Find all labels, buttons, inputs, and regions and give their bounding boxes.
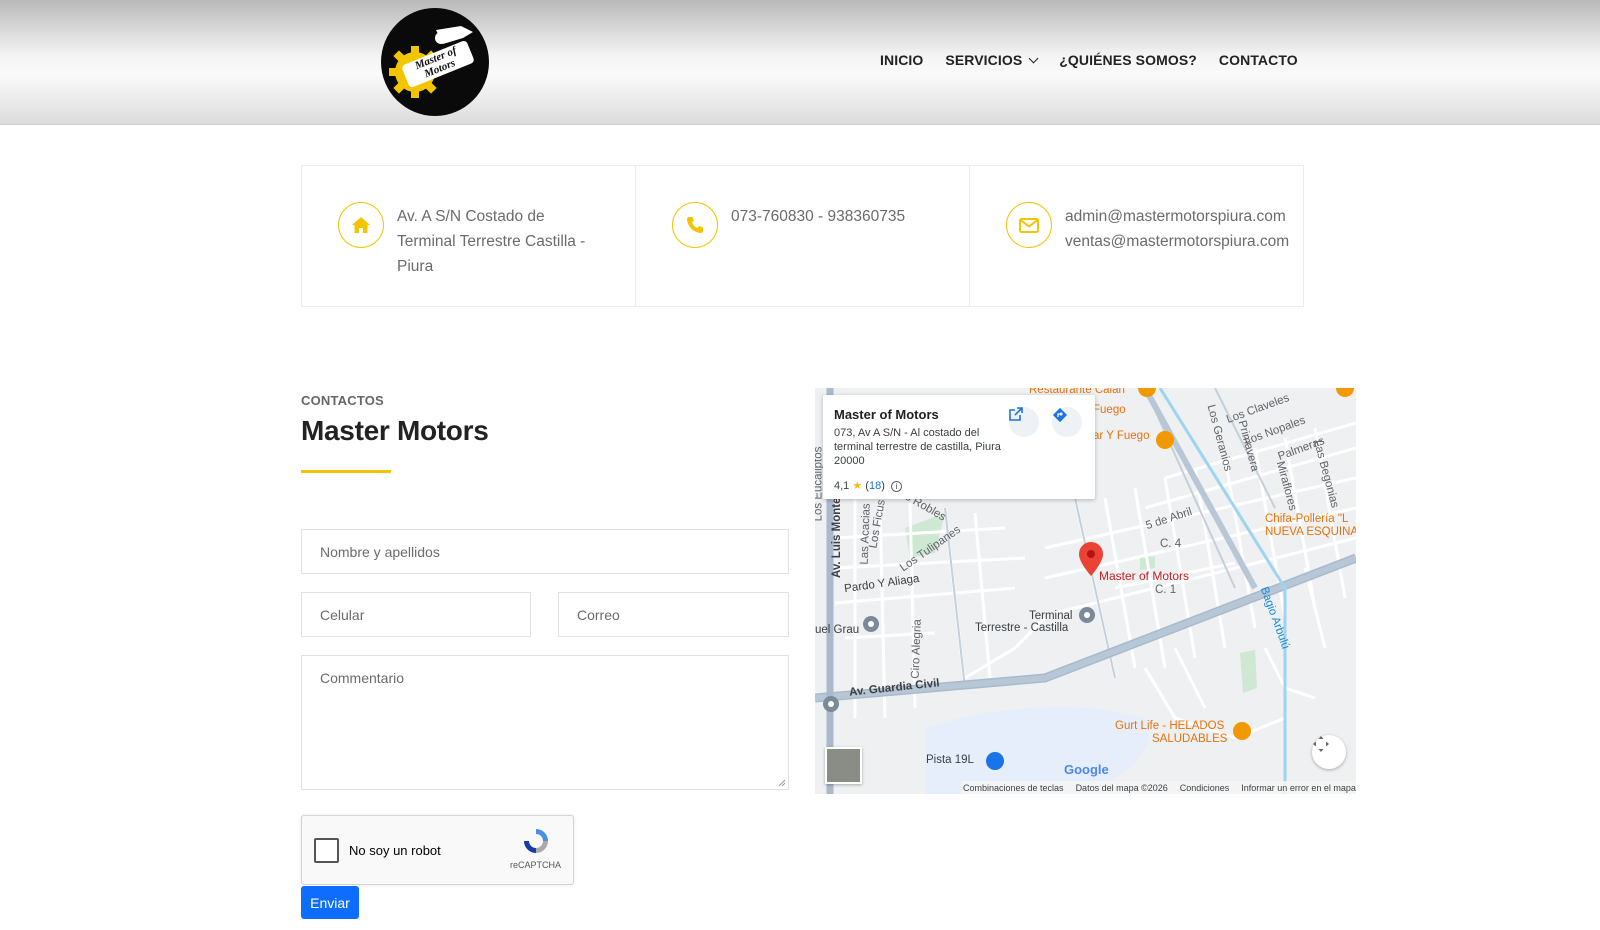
external-link-icon [1009,407,1023,421]
fullscreen-icon [1313,736,1329,752]
recaptcha-label: No soy un robot [349,843,441,858]
map-label-pista: Pista 19L [926,754,974,766]
map-label-ciro-alegria: Ciro Alegria [909,619,924,679]
directions-button[interactable] [1052,407,1082,437]
nav-inicio-label: INICIO [880,52,924,68]
address-text: Av. A S/N Costado de Terminal Terrestre … [397,204,585,279]
address-line-1: Av. A S/N Costado de [397,208,545,225]
recaptcha-checkbox[interactable] [314,838,339,863]
map-footer-data: Datos del mapa ©2026 [1075,782,1168,793]
section-title: Master Motors [301,415,489,446]
name-placeholder: Nombre y apellidos [320,544,440,560]
place-address: 073, Av A S/N - Al costado del terminal … [834,427,1001,467]
comment-placeholder: Commentario [320,670,405,686]
email-input[interactable]: Correo [558,592,789,637]
nav-servicios[interactable]: SERVICIOS [945,52,1039,68]
star-icon: ★ [852,480,863,492]
info-phone: 073-760830 - 938360735 [636,166,970,306]
place-card: Master of Motors 073, Av A S/N - Al cost… [823,395,1095,499]
map-label-saludables: SALUDABLES [1152,733,1228,745]
map-label-grau: uel Grau [815,624,860,636]
envelope-icon [1006,202,1052,248]
google-logo: Google [1064,762,1109,777]
nav-contacto-label: CONTACTO [1218,52,1298,68]
place-rating: 4,1 ★ (18) i [834,479,902,492]
chevron-down-icon [1028,53,1039,63]
contact-info-box: Av. A S/N Costado de Terminal Terrestre … [301,165,1304,307]
recaptcha-logo-icon [524,829,548,853]
title-underline [301,470,391,473]
recaptcha-brand: reCAPTCHA [509,860,561,870]
submit-button[interactable]: Enviar [301,886,359,919]
map-label-bar-fuego: ar Y Fuego [1093,430,1150,442]
section-kicker: CONTACTOS [301,393,384,408]
home-icon [338,202,384,248]
phone-placeholder: Celular [320,607,365,623]
directions-icon [1052,407,1068,423]
email-placeholder: Correo [577,607,620,623]
phone-input[interactable]: Celular [301,592,531,637]
map-footer-terms[interactable]: Condiciones [1180,783,1230,793]
info-address: Av. A S/N Costado de Terminal Terrestre … [302,166,636,306]
map-label-acacias: Las Acacias [858,503,873,565]
reviews-count[interactable]: 18 [869,480,881,492]
info-icon[interactable]: i [890,481,902,492]
phone-text[interactable]: 073-760830 - 938360735 [731,204,905,229]
name-input[interactable]: Nombre y apellidos [301,529,789,574]
place-title[interactable]: Master of Motors [834,407,939,422]
map-label-c1: C. 1 [1155,584,1177,596]
satellite-toggle[interactable] [825,747,862,784]
map-label-chifa: Chifa-Pollería "L [1265,513,1349,525]
nav-quienes-somos[interactable]: ¿QUIÉNES SOMOS? [1059,52,1197,68]
nav-inicio[interactable]: INICIO [880,52,923,68]
nav-contacto[interactable]: CONTACTO [1219,52,1298,68]
nav-servicios-label: SERVICIOS [945,52,1023,68]
map-pin-label[interactable]: Master of Motors [1099,569,1189,583]
map-label-fuego: Fuego [1093,404,1126,416]
address-line-3: Piura [397,258,434,275]
email-text: admin@mastermotorspiura.com ventas@maste… [1065,204,1289,254]
comment-textarea[interactable]: Commentario [301,655,789,790]
info-email: admin@mastermotorspiura.com ventas@maste… [970,166,1303,306]
map-label-terminal: Terminal [1029,610,1073,622]
email-line-2[interactable]: ventas@mastermotorspiura.com [1065,229,1289,254]
map-footer-shortcuts[interactable]: Combinaciones de teclas [963,783,1064,793]
map-label-luis-montero: Av. Luis Montero [831,486,843,578]
map-footer: Combinaciones de teclas Datos del mapa ©… [961,781,1356,794]
embedded-map[interactable]: Restaurante Calah Fuego ar Y Fuego Los C… [815,388,1356,794]
map-footer-report[interactable]: Informar un error en el mapa [1241,783,1356,793]
brand-logo[interactable]: Master of Motors [381,8,489,116]
map-label-nueva-esquina: NUEVA ESQUINA [1265,526,1356,538]
nav-quienes-somos-label: ¿QUIÉNES SOMOS? [1059,52,1197,68]
open-in-maps-button[interactable] [1009,407,1039,437]
main-nav: INICIO SERVICIOS ¿QUIÉNES SOMOS? CONTACT… [880,52,1320,68]
map-label-terrestre: Terrestre - Castilla [975,622,1069,634]
map-label-c4: C. 4 [1160,538,1182,550]
rating-value: 4,1 [834,480,850,492]
recaptcha-widget: No soy un robot reCAPTCHA [301,815,574,885]
email-line-1[interactable]: admin@mastermotorspiura.com [1065,204,1289,229]
phone-icon [672,202,718,248]
resize-handle-icon[interactable] [778,779,786,787]
address-line-2: Terminal Terrestre Castilla - [397,233,586,250]
map-label-gurt-life: Gurt Life - HELADOS [1115,720,1225,732]
site-header: Master of Motors INICIO SERVICIOS ¿QUIÉN… [0,0,1600,125]
fullscreen-button[interactable] [1312,735,1346,769]
phone-line-1[interactable]: 073-760830 - 938360735 [731,204,905,229]
